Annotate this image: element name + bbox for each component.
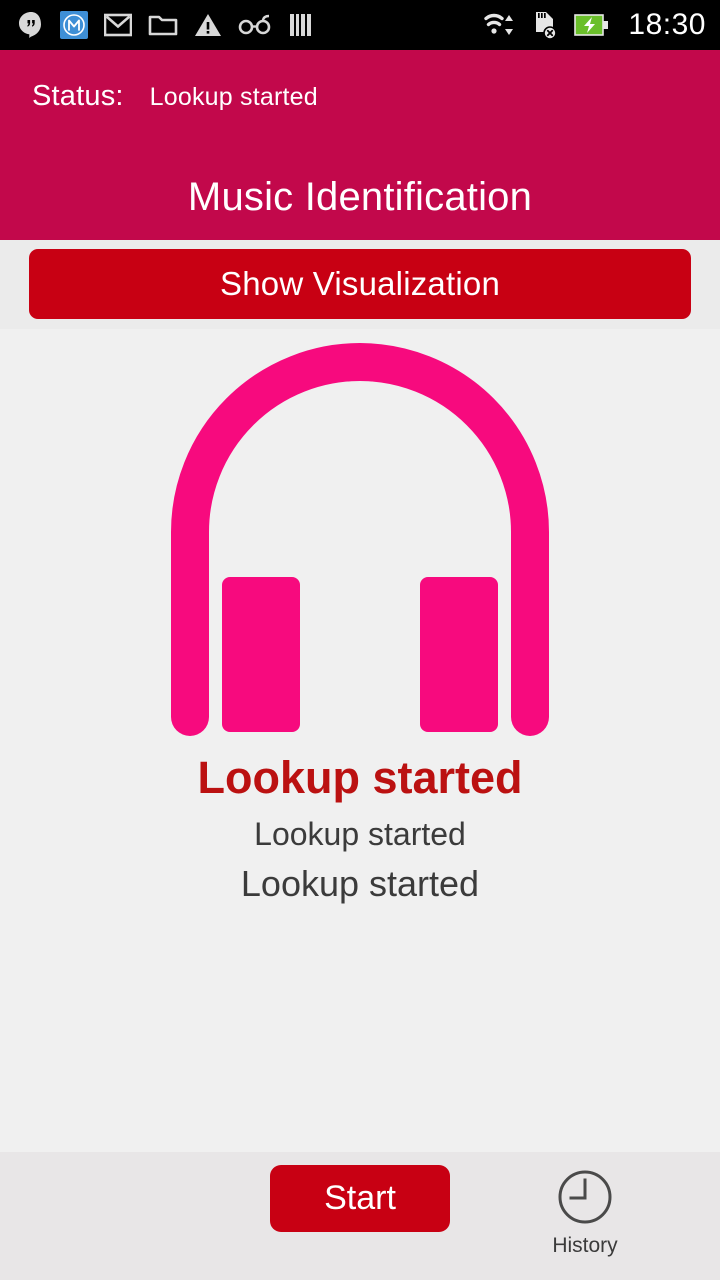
status-bar-system-icons: 18:30 <box>470 8 706 42</box>
clock-icon <box>558 1170 612 1224</box>
app-header: Status: Lookup started Music Identificat… <box>0 50 720 240</box>
status-bar-notification-icons <box>18 11 470 39</box>
visualization-button-container: Show Visualization <box>0 240 720 329</box>
bottom-bar: Start History <box>0 1152 720 1280</box>
status-label: Status: <box>32 80 124 112</box>
show-visualization-button[interactable]: Show Visualization <box>29 249 691 319</box>
sdcard-removed-icon <box>536 12 558 40</box>
gmail-icon <box>104 13 132 37</box>
result-tertiary-text: Lookup started <box>240 863 480 904</box>
glasses-icon <box>238 14 271 35</box>
battery-charging-icon <box>574 14 609 36</box>
page-title: Music Identification <box>187 175 533 219</box>
folder-icon <box>148 15 178 36</box>
m-app-icon <box>60 11 88 39</box>
status-bar: 18:30 <box>0 0 720 50</box>
status-value: Lookup started <box>149 83 318 111</box>
app-screen: 18:30 Status: Lookup started Music Ident… <box>0 0 720 1280</box>
result-primary-text: Lookup started <box>197 752 523 803</box>
main-content: Lookup started Lookup started Lookup sta… <box>0 329 720 1152</box>
wifi-icon <box>484 13 514 35</box>
warning-icon <box>195 14 221 36</box>
status-row: Status: Lookup started <box>32 80 318 113</box>
hangouts-icon <box>19 12 41 38</box>
start-button[interactable]: Start <box>270 1165 450 1232</box>
headphones-icon <box>171 343 549 736</box>
barcode-icon <box>290 14 311 36</box>
result-secondary-text: Lookup started <box>254 816 466 852</box>
status-bar-clock: 18:30 <box>628 8 706 41</box>
history-label: History <box>552 1234 618 1257</box>
history-button[interactable]: History <box>537 1166 633 1258</box>
